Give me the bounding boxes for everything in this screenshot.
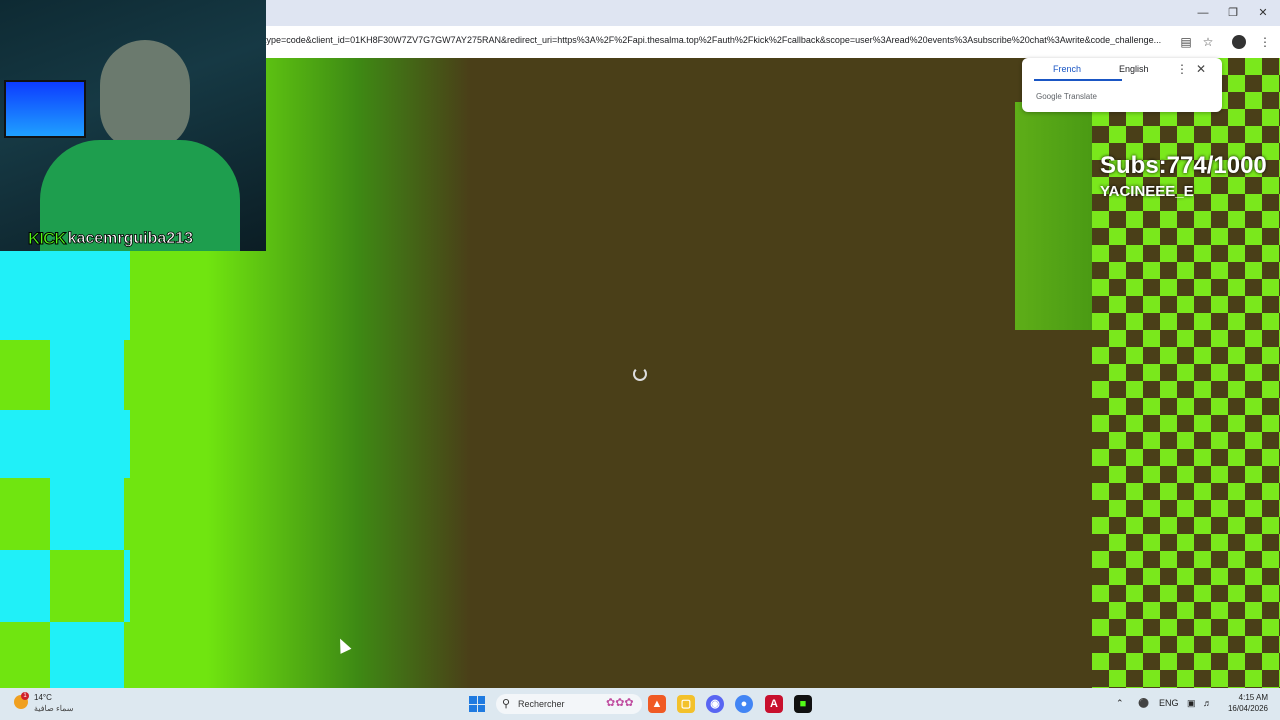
cyan-block [0, 550, 50, 622]
chrome-icon[interactable]: ● [735, 695, 753, 713]
taskbar-search[interactable]: ⚲ Rechercher ✿✿✿ [496, 694, 642, 714]
star-icon[interactable]: ☆ [1199, 33, 1217, 51]
cyan-block [50, 622, 124, 688]
url-text[interactable]: type=code&client_id=01KH8F30W7ZV7G7GW7AY… [264, 35, 1172, 45]
volume-icon[interactable]: ♬ [1203, 698, 1212, 708]
active-tab-indicator [1034, 79, 1122, 81]
network-icon[interactable]: ▣ [1187, 698, 1196, 709]
close-icon[interactable]: ✕ [1253, 4, 1273, 22]
close-icon[interactable]: ✕ [1196, 62, 1206, 76]
kick-logo: KICK [28, 229, 68, 249]
cyan-block [124, 550, 130, 622]
minimize-icon[interactable]: — [1193, 4, 1213, 22]
microphone-icon[interactable]: ⚫ [1138, 698, 1149, 709]
tab-french[interactable]: French [1053, 64, 1081, 74]
clock-date[interactable]: 16/04/2026 [1222, 704, 1268, 713]
search-icon: ⚲ [502, 698, 511, 710]
kick-channel-banner: KICK kacemrguiba213 [28, 229, 194, 249]
cyan-block [50, 250, 130, 340]
search-placeholder: Rechercher [518, 699, 565, 709]
streamer-head [100, 40, 190, 150]
app-a-icon[interactable]: A [765, 695, 783, 713]
file-explorer-icon[interactable]: ▢ [677, 695, 695, 713]
menu-icon[interactable]: ⋮ [1256, 33, 1274, 51]
translate-popup: French English ⋮ ✕ Google Translate [1022, 58, 1222, 112]
language-indicator[interactable]: ENG [1159, 698, 1179, 708]
app-green-icon[interactable]: ■ [794, 695, 812, 713]
taskbar: 1 14°C سماء صافية ⚲ Rechercher ✿✿✿ ▲ ▢ ◉… [0, 688, 1280, 720]
tab-english[interactable]: English [1119, 64, 1149, 74]
loading-spinner-icon [633, 367, 647, 381]
discord-icon[interactable]: ◉ [706, 695, 724, 713]
windows-start-icon[interactable] [469, 696, 485, 712]
weather-badge: 1 [21, 692, 29, 700]
more-options-icon[interactable]: ⋮ [1176, 62, 1188, 76]
translate-icon[interactable]: ▤ [1177, 33, 1195, 51]
channel-name: kacemrguiba213 [67, 230, 193, 248]
webcam-overlay: KICK kacemrguiba213 [0, 0, 266, 251]
cyan-block [0, 250, 50, 340]
profile-avatar[interactable] [1232, 35, 1246, 49]
subs-counter: Subs:774/1000 [1100, 152, 1267, 179]
cyan-block [0, 410, 130, 478]
restore-icon[interactable]: ❐ [1223, 4, 1243, 22]
cyan-block [50, 340, 124, 410]
chevron-up-icon[interactable]: ⌃ [1116, 698, 1124, 709]
temperature: 14°C [34, 693, 52, 702]
clock-time[interactable]: 4:15 AM [1238, 693, 1268, 702]
brave-icon[interactable]: ▲ [648, 695, 666, 713]
latest-subscriber: YACINEEE_E [1100, 183, 1194, 200]
side-panel [1015, 102, 1093, 330]
cyan-block [50, 478, 124, 550]
google-translate-label: Google Translate [1036, 92, 1097, 101]
flowers-icon: ✿✿✿ [606, 697, 634, 709]
weather-description: سماء صافية [34, 704, 74, 713]
fireplace-screen [4, 80, 86, 138]
